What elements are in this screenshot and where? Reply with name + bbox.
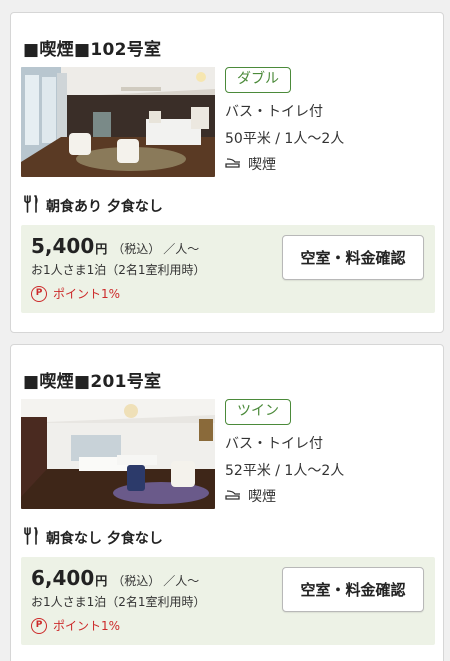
- price-amount: 6,400: [31, 566, 95, 590]
- points-info: P ポイント1%: [31, 617, 120, 634]
- fork-knife-icon: [23, 195, 39, 217]
- price-condition: お1人さま1泊（2名1室利用時）: [31, 595, 206, 609]
- room-photo[interactable]: [21, 67, 215, 177]
- room-size-info: 52平米 / 1人〜2人: [225, 463, 345, 479]
- room-title: ■喫煙■201号室: [23, 372, 162, 392]
- meal-info: 朝食なし 夕食なし: [23, 527, 163, 549]
- price-amount: 5,400: [31, 234, 95, 258]
- meal-label: 朝食あり 夕食なし: [46, 199, 163, 215]
- smoking-info: 喫煙: [225, 486, 276, 506]
- room-photo-image: [21, 399, 215, 509]
- room-photo[interactable]: [21, 399, 215, 509]
- bath-info: バス・トイレ付: [225, 104, 323, 120]
- points-label: ポイント1%: [53, 619, 121, 633]
- room-type-badge: ツイン: [225, 399, 291, 425]
- meal-info: 朝食あり 夕食なし: [23, 195, 163, 217]
- price-per-person: ／人〜: [163, 242, 200, 256]
- price-tax-note: （税込）: [112, 574, 161, 588]
- smoking-label: 喫煙: [248, 489, 276, 505]
- point-p-icon: P: [31, 285, 47, 302]
- room-size-info: 50平米 / 1人〜2人: [225, 131, 345, 147]
- cigarette-icon: [225, 488, 242, 504]
- price-line: 5,400 円 （税込） ／人〜: [31, 234, 199, 258]
- price-condition: お1人さま1泊（2名1室利用時）: [31, 263, 206, 277]
- price-line: 6,400 円 （税込） ／人〜: [31, 566, 199, 590]
- points-label: ポイント1%: [53, 287, 121, 301]
- room-title: ■喫煙■102号室: [23, 40, 162, 60]
- meal-label: 朝食なし 夕食なし: [46, 531, 163, 547]
- price-box: 6,400 円 （税込） ／人〜 お1人さま1泊（2名1室利用時） P ポイント…: [21, 557, 435, 645]
- point-p-icon: P: [31, 617, 47, 634]
- points-info: P ポイント1%: [31, 285, 120, 302]
- price-currency: 円: [95, 242, 108, 256]
- cigarette-icon: [225, 156, 242, 172]
- price-per-person: ／人〜: [163, 574, 200, 588]
- room-type-badge: ダブル: [225, 67, 291, 93]
- room-card: ■喫煙■201号室 ツイン バス・トイレ付 52平米 / 1人〜2人 喫煙 朝食…: [10, 344, 444, 661]
- room-photo-image: [21, 67, 215, 177]
- price-box: 5,400 円 （税込） ／人〜 お1人さま1泊（2名1室利用時） P ポイント…: [21, 225, 435, 313]
- check-availability-button[interactable]: 空室・料金確認: [282, 235, 424, 280]
- fork-knife-icon: [23, 527, 39, 549]
- room-card: ■喫煙■102号室 ダブル バス・トイレ付 50平米 / 1人〜2人 喫煙 朝食…: [10, 12, 444, 333]
- price-tax-note: （税込）: [112, 242, 161, 256]
- check-availability-button[interactable]: 空室・料金確認: [282, 567, 424, 612]
- smoking-info: 喫煙: [225, 154, 276, 174]
- smoking-label: 喫煙: [248, 157, 276, 173]
- bath-info: バス・トイレ付: [225, 436, 323, 452]
- price-currency: 円: [95, 574, 108, 588]
